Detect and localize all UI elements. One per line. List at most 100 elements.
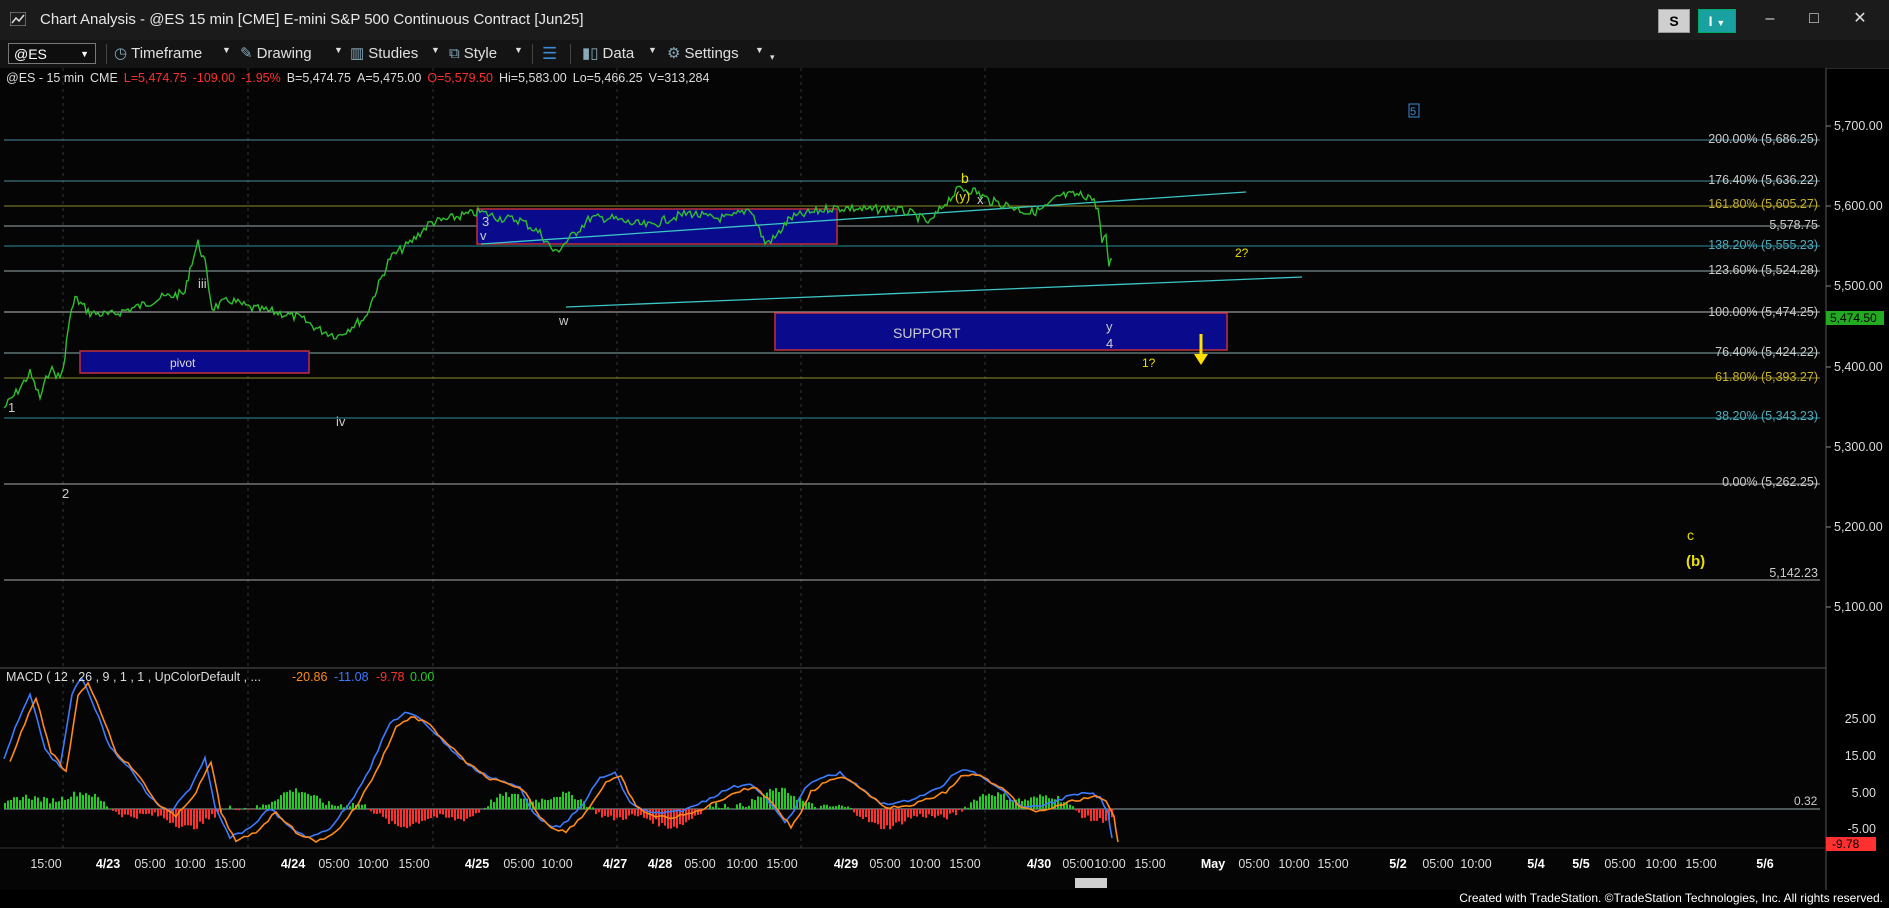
drawing-dropdown-icon[interactable]: ▼ bbox=[334, 45, 343, 55]
macd-hist-bar bbox=[991, 795, 993, 809]
macd-hist-bar bbox=[937, 809, 939, 816]
macd-hist-bar bbox=[454, 809, 456, 821]
macd-hist-bar bbox=[637, 809, 639, 817]
layout-icon[interactable]: ☰ bbox=[542, 44, 557, 64]
close-button[interactable]: ✕ bbox=[1842, 6, 1878, 32]
time-scrollbar-thumb[interactable] bbox=[1075, 878, 1107, 888]
macd-hist-bar bbox=[628, 809, 630, 816]
timeframe-dropdown-icon[interactable]: ▼ bbox=[222, 45, 231, 55]
macd-hist-bar bbox=[511, 793, 513, 809]
data-dropdown-icon[interactable]: ▼ bbox=[648, 45, 657, 55]
macd-hist-bar bbox=[319, 798, 321, 809]
wave-5-label: 5 bbox=[1410, 106, 1416, 118]
macd-hist-bar bbox=[301, 791, 303, 809]
legend-exchange: CME bbox=[90, 71, 118, 85]
macd-hist-bar bbox=[391, 809, 393, 821]
wave-w-label: w bbox=[558, 313, 569, 328]
time-axis-label: 10:00 bbox=[726, 857, 757, 871]
fib-label: 5,578.75 bbox=[1769, 218, 1818, 232]
price-axis-label: 5,300.00 bbox=[1834, 440, 1883, 454]
macd-hist-bar bbox=[295, 788, 297, 809]
macd-hist-bar bbox=[118, 809, 120, 815]
time-axis-label: 15:00 bbox=[398, 857, 429, 871]
macd-hist-bar bbox=[187, 809, 189, 826]
macd-hist-bar bbox=[1045, 795, 1047, 809]
macd-hist-bar bbox=[466, 809, 468, 819]
chart-canvas[interactable]: pivot SUPPORT 200.00% (5,686.25)176.40% … bbox=[0, 68, 1889, 890]
macd-hist-bar bbox=[727, 807, 729, 809]
macd-hist-bar bbox=[229, 805, 231, 809]
wave-v-label: v bbox=[480, 228, 487, 243]
minimize-button[interactable]: – bbox=[1752, 6, 1788, 32]
studies-label: Studies bbox=[368, 45, 419, 62]
legend-ask: A=5,475.00 bbox=[357, 71, 422, 85]
macd-hist-bar bbox=[622, 809, 624, 820]
symbol-dropdown-icon[interactable]: ▼ bbox=[80, 44, 89, 65]
i-button[interactable]: I ▼ bbox=[1698, 9, 1736, 33]
i-button-label: I bbox=[1708, 13, 1713, 29]
studies-dropdown-icon[interactable]: ▼ bbox=[431, 45, 440, 55]
macd-hist-bar bbox=[820, 805, 822, 809]
macd-hist-bar bbox=[49, 803, 51, 809]
macd-hist-bar bbox=[376, 809, 378, 814]
macd-hist-bar bbox=[1033, 796, 1035, 809]
fib-label: 100.00% (5,474.25) bbox=[1708, 305, 1818, 319]
macd-hist-bar bbox=[400, 809, 402, 828]
wave-y-label: y bbox=[1106, 319, 1113, 334]
style-menu[interactable]: ⧉ Style bbox=[449, 44, 497, 64]
macd-hist-bar bbox=[154, 809, 156, 813]
pivot-label: pivot bbox=[170, 356, 196, 370]
macd-hist-bar bbox=[1087, 809, 1089, 816]
macd-hist-bar bbox=[406, 809, 408, 829]
style-dropdown-icon[interactable]: ▼ bbox=[514, 45, 523, 55]
macd-hist-bar bbox=[844, 807, 846, 809]
macd-hist-bar bbox=[442, 809, 444, 815]
macd-hist-bar bbox=[436, 809, 438, 818]
macd-hist-bar bbox=[280, 795, 282, 809]
macd-hist-bar bbox=[28, 798, 30, 809]
macd-hist-bar bbox=[736, 804, 738, 809]
macd-hist-bar bbox=[190, 809, 192, 826]
macd-hist-bar bbox=[478, 809, 480, 813]
macd-hist-bar bbox=[184, 809, 186, 826]
data-menu[interactable]: ▮▯ Data bbox=[582, 44, 634, 64]
settings-dropdown-icon[interactable]: ▼ bbox=[755, 45, 764, 55]
macd-hist-bar bbox=[418, 809, 420, 824]
macd-hist-bar bbox=[316, 795, 318, 809]
macd-hist-bar bbox=[409, 809, 411, 827]
macd-hist-bar bbox=[964, 806, 966, 809]
macd-current-label: -9.78 bbox=[1832, 837, 1860, 851]
drawing-menu[interactable]: ✎ Drawing bbox=[240, 44, 312, 64]
macd-hist-bar bbox=[811, 803, 813, 809]
macd-hist-bar bbox=[25, 794, 27, 809]
legend-bid: B=5,474.75 bbox=[286, 71, 352, 85]
macd-hist-bar bbox=[1069, 804, 1071, 809]
macd-legend-label: MACD ( 12 , 26 , 9 , 1 , 1 , UpColorDefa… bbox=[6, 670, 261, 684]
macd-level-label: 0.32 bbox=[1794, 794, 1818, 808]
timeframe-menu[interactable]: ◷ Timeframe bbox=[114, 44, 202, 64]
footer-copyright: Created with TradeStation. ©TradeStation… bbox=[1459, 891, 1883, 905]
macd-hist-bar bbox=[1006, 799, 1008, 809]
macd-hist-bar bbox=[151, 809, 153, 816]
macd-hist-bar bbox=[1078, 809, 1080, 813]
macd-hist-bar bbox=[718, 807, 720, 809]
time-axis-label: 4/27 bbox=[603, 857, 627, 871]
time-axis-label: 15:00 bbox=[214, 857, 245, 871]
macd-hist-bar bbox=[601, 809, 603, 818]
time-axis-label: 4/24 bbox=[281, 857, 305, 871]
symbol-input[interactable]: @ES ▼ bbox=[8, 43, 96, 64]
settings-menu[interactable]: ⚙ Settings bbox=[667, 44, 739, 64]
studies-menu[interactable]: ▥ Studies bbox=[350, 44, 418, 64]
macd-hist-bar bbox=[106, 806, 108, 809]
macd-hist-bar bbox=[910, 809, 912, 819]
s-button[interactable]: S bbox=[1658, 9, 1690, 33]
macd-hist-bar bbox=[577, 800, 579, 809]
macd-hist-bar bbox=[361, 804, 363, 809]
toolbar-overflow-icon[interactable]: ▾ bbox=[770, 52, 775, 63]
macd-hist-bar bbox=[76, 796, 78, 809]
wave-y-paren-label: (y) bbox=[955, 189, 970, 204]
time-axis-label: 4/29 bbox=[834, 857, 858, 871]
macd-legend-v3: -9.78 bbox=[376, 670, 405, 684]
fib-label: 0.00% (5,262.25) bbox=[1722, 475, 1818, 489]
maximize-button[interactable]: □ bbox=[1796, 6, 1832, 32]
